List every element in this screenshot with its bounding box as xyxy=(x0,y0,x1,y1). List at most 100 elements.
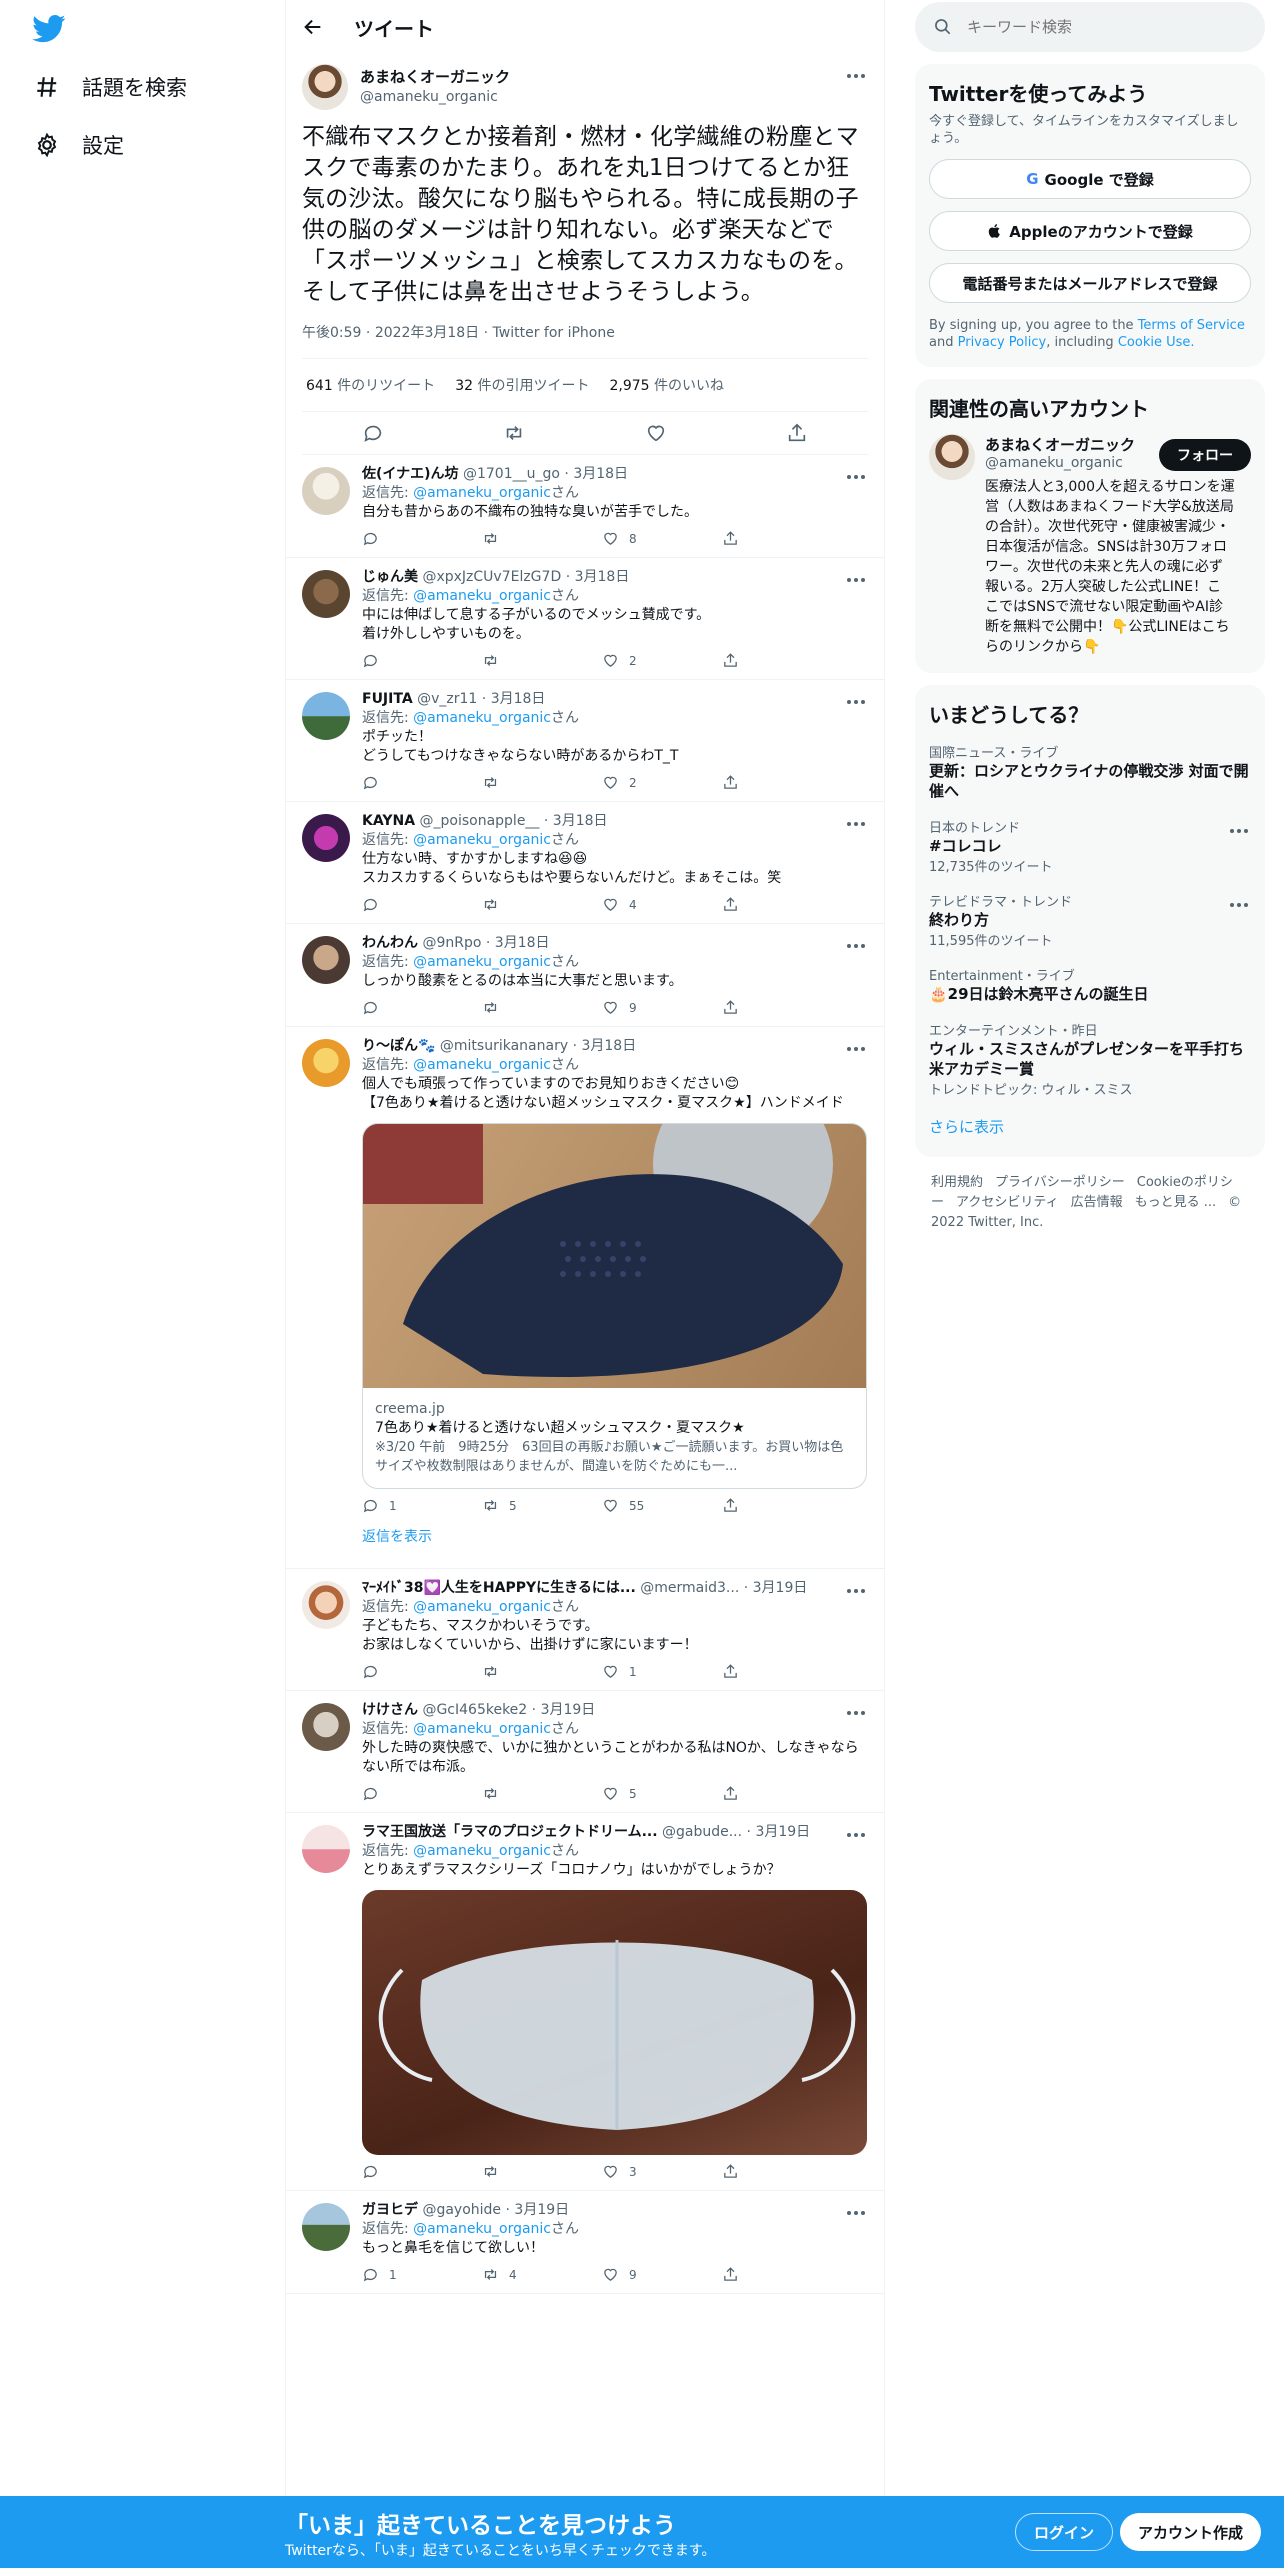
replying-to-link[interactable]: @amaneku_organic xyxy=(413,588,551,604)
replying-to-link[interactable]: @amaneku_organic xyxy=(413,2221,551,2237)
reply-author-handle[interactable]: @gayohide xyxy=(422,2202,501,2218)
reply-author-handle[interactable]: @mitsurikananary xyxy=(440,1038,568,1054)
reply-tweet[interactable]: じゅん美 @xpxJzCUv7ElzG7D · 3月18日 返信先: @aman… xyxy=(286,558,884,680)
avatar[interactable] xyxy=(302,1825,350,1873)
tweet-date[interactable]: 2022年3月18日 xyxy=(375,325,479,341)
reply-action[interactable] xyxy=(362,530,422,547)
reply-tweet[interactable]: KAYNA @_poisonapple__ · 3月18日 返信先: @aman… xyxy=(286,802,884,924)
search-box[interactable] xyxy=(915,2,1265,52)
reply-action[interactable]: 1 xyxy=(362,1497,422,1514)
show-replies-link[interactable]: 返信を表示 xyxy=(362,1514,868,1558)
reply-action[interactable] xyxy=(362,774,422,791)
trend-item[interactable]: エンターテインメント・昨日 ウィル・スミスさんがプレゼンターを平手打ち 米アカデ… xyxy=(929,1012,1251,1106)
replying-to-link[interactable]: @amaneku_organic xyxy=(413,1599,551,1615)
reply-author-handle[interactable]: @xpxJzCUv7ElzG7D xyxy=(422,569,561,585)
reply-date[interactable]: 3月18日 xyxy=(491,691,546,707)
avatar[interactable] xyxy=(302,814,350,862)
reply-author-name[interactable]: ガヨヒデ xyxy=(362,2202,418,2218)
tweet-time[interactable]: 午後0:59 xyxy=(302,325,361,341)
reply-tweet[interactable]: FUJITA @v_zr11 · 3月18日 返信先: @amaneku_org… xyxy=(286,680,884,802)
reply-author-name[interactable]: ﾏｰﾒｲﾄﾞ38💟人生をHAPPYに生きるには... xyxy=(362,1580,636,1596)
footer-link[interactable]: アクセシビリティ xyxy=(956,1195,1059,1210)
reply-author-handle[interactable]: @9nRpo xyxy=(422,935,481,951)
more-icon[interactable] xyxy=(844,1705,868,1721)
more-icon[interactable] xyxy=(844,1041,868,1057)
share-action[interactable] xyxy=(722,999,782,1016)
retweet-stat[interactable]: 641 件のリツイート xyxy=(306,375,435,395)
replying-to-link[interactable]: @amaneku_organic xyxy=(413,710,551,726)
footer-link[interactable]: プライバシーポリシー xyxy=(995,1175,1125,1190)
author-handle[interactable]: @amaneku_organic xyxy=(360,87,510,107)
cookie-link[interactable]: Cookie Use. xyxy=(1118,335,1195,350)
trend-item[interactable]: Entertainment・ライブ 🎂29日は鈴木亮平さんの誕生日 xyxy=(929,957,1251,1012)
like-action[interactable]: 9 xyxy=(602,999,662,1016)
quote-stat[interactable]: 32 件の引用ツイート xyxy=(455,375,589,395)
reply-author-name[interactable]: り〜ぽん🐾 xyxy=(362,1038,435,1054)
more-icon[interactable] xyxy=(844,68,868,84)
retweet-action[interactable] xyxy=(482,896,542,913)
like-action[interactable]: 4 xyxy=(602,896,662,913)
reply-tweet[interactable]: り〜ぽん🐾 @mitsurikananary · 3月18日 返信先: @ama… xyxy=(286,1027,884,1569)
avatar[interactable] xyxy=(302,692,350,740)
like-action[interactable]: 5 xyxy=(602,1785,662,1802)
show-more-trends-link[interactable]: さらに表示 xyxy=(929,1106,1251,1141)
reply-action[interactable] xyxy=(362,652,422,669)
reply-date[interactable]: 3月19日 xyxy=(755,1824,810,1840)
reply-author-name[interactable]: わんわん xyxy=(362,935,418,951)
replying-to-link[interactable]: @amaneku_organic xyxy=(413,1057,551,1073)
more-icon[interactable] xyxy=(844,694,868,710)
replying-to-link[interactable]: @amaneku_organic xyxy=(413,1843,551,1859)
reply-author-name[interactable]: ラマ王国放送「ラマのプロジェクトドリーム... xyxy=(362,1824,658,1840)
retweet-action[interactable] xyxy=(482,652,542,669)
like-stat[interactable]: 2,975 件のいいね xyxy=(609,375,724,395)
privacy-link[interactable]: Privacy Policy xyxy=(958,335,1047,350)
reply-action[interactable] xyxy=(362,999,422,1016)
footer-link[interactable]: 利用規約 xyxy=(931,1175,983,1190)
more-icon[interactable] xyxy=(844,572,868,588)
like-action[interactable]: 2 xyxy=(602,652,662,669)
like-action[interactable]: 1 xyxy=(602,1663,662,1680)
reply-author-name[interactable]: FUJITA xyxy=(362,691,413,707)
reply-author-name[interactable]: じゅん美 xyxy=(362,569,418,585)
reply-author-handle[interactable]: @GcI465keke2 xyxy=(422,1702,527,1718)
reply-action[interactable] xyxy=(362,2163,422,2180)
search-input[interactable] xyxy=(967,18,1227,36)
back-arrow-icon[interactable] xyxy=(302,16,324,38)
avatar[interactable] xyxy=(302,467,350,515)
like-action[interactable]: 8 xyxy=(602,530,662,547)
reply-action[interactable] xyxy=(362,896,422,913)
share-action[interactable] xyxy=(722,530,782,547)
share-action[interactable] xyxy=(722,774,782,791)
more-icon[interactable] xyxy=(844,938,868,954)
retweet-action[interactable] xyxy=(482,1785,542,1802)
author-name[interactable]: あまねくオーガニック xyxy=(360,67,510,87)
replying-to-link[interactable]: @amaneku_organic xyxy=(413,1721,551,1737)
share-action[interactable] xyxy=(722,1497,782,1514)
reply-icon[interactable] xyxy=(362,422,384,444)
reply-date[interactable]: 3月18日 xyxy=(495,935,550,951)
reply-tweet[interactable]: けけさん @GcI465keke2 · 3月19日 返信先: @amaneku_… xyxy=(286,1691,884,1813)
avatar[interactable] xyxy=(302,64,348,110)
lama-mask-photo[interactable] xyxy=(362,1890,867,2155)
like-action[interactable]: 2 xyxy=(602,774,662,791)
share-action[interactable] xyxy=(722,2163,782,2180)
more-icon[interactable] xyxy=(844,816,868,832)
retweet-action[interactable] xyxy=(482,1663,542,1680)
like-action[interactable]: 3 xyxy=(602,2163,662,2180)
avatar[interactable] xyxy=(302,1703,350,1751)
avatar[interactable] xyxy=(302,936,350,984)
replying-to-link[interactable]: @amaneku_organic xyxy=(413,832,551,848)
footer-link[interactable]: もっと見る ... xyxy=(1135,1195,1217,1210)
reply-author-handle[interactable]: @1701__u_go xyxy=(463,466,560,482)
reply-author-name[interactable]: けけさん xyxy=(362,1702,418,1718)
nav-explore[interactable]: 話題を検索 xyxy=(34,72,187,102)
reply-action[interactable]: 1 xyxy=(362,2266,422,2283)
share-action[interactable] xyxy=(722,2266,782,2283)
retweet-action[interactable] xyxy=(482,2163,542,2180)
reply-author-handle[interactable]: @v_zr11 xyxy=(417,691,477,707)
reply-tweet[interactable]: ガヨヒデ @gayohide · 3月19日 返信先: @amaneku_org… xyxy=(286,2191,884,2294)
retweet-action[interactable] xyxy=(482,774,542,791)
trend-item[interactable]: 国際ニュース・ライブ 更新：ロシアとウクライナの停戦交渉 対面で開催へ xyxy=(929,734,1251,809)
replying-to-link[interactable]: @amaneku_organic xyxy=(413,954,551,970)
trend-item[interactable]: 日本のトレンド #コレコレ 12,735件のツイート xyxy=(929,809,1251,883)
